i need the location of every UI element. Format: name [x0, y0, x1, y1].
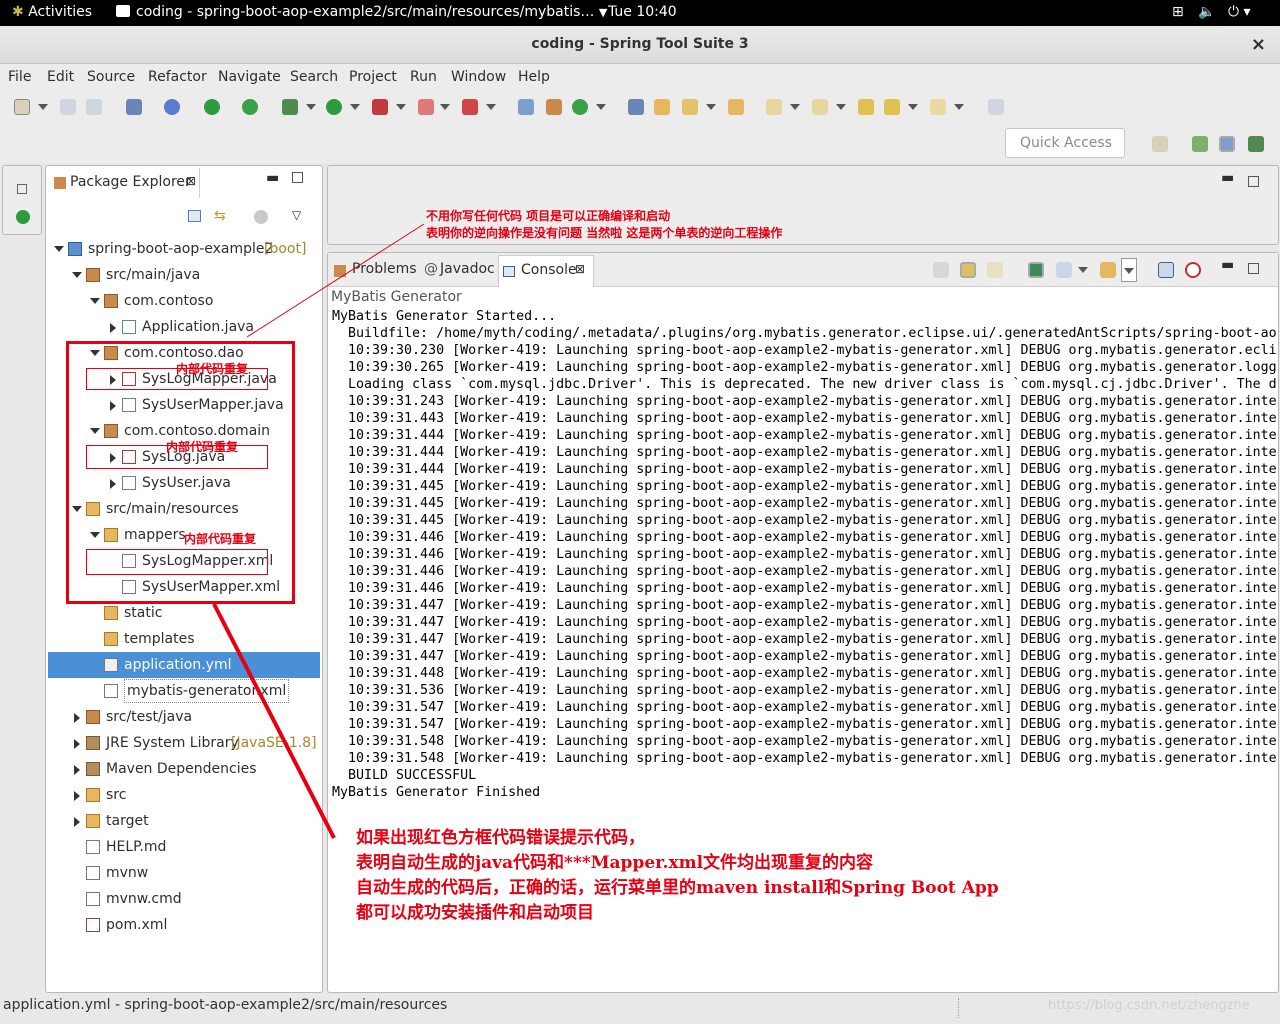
annotation-bottom-line-3: 自动生成的代码后，正确的话，运行菜单里的maven install和Spring…	[356, 878, 999, 898]
annotation-bottom-line-1: 如果出现红色方框代码错误提示代码，	[356, 828, 645, 848]
annotation-bottom-line-2: 表明自动生成的java代码和***Mapper.xml文件均出现重复的内容	[356, 853, 874, 873]
annotation-line-top	[246, 223, 425, 338]
annotation-line-bottom	[212, 603, 336, 839]
annotation-bottom-line-4: 都可以成功安装插件和启动项目	[356, 903, 594, 923]
